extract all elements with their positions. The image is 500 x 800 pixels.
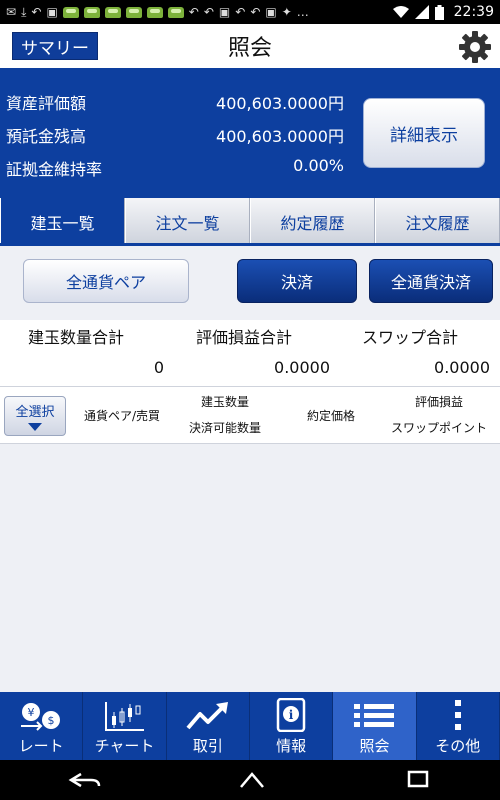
nav-chart[interactable]: チャート bbox=[83, 692, 167, 760]
svg-text:$: $ bbox=[48, 714, 55, 727]
back-arrow-icon: ↶ bbox=[250, 5, 261, 19]
totals-panel: 建玉数量合計 評価損益合計 スワップ合計 0 0.0000 0.0000 bbox=[0, 320, 500, 386]
message-icon: ✉ bbox=[6, 5, 17, 19]
column-swap-points: スワップポイント bbox=[390, 421, 487, 435]
account-summary: 資産評価額 400,603.0000円 預託金残高 400,603.0000円 … bbox=[0, 68, 500, 198]
column-valuation-pl: 評価損益 bbox=[414, 395, 463, 409]
total-swap-label: スワップ合計 bbox=[362, 328, 459, 347]
signal-icon bbox=[414, 5, 429, 19]
total-quantity-value: 0 bbox=[153, 358, 164, 377]
select-all-button[interactable]: 全選択 bbox=[4, 396, 66, 436]
nav-label: 取引 bbox=[192, 737, 223, 755]
dots-icon: … bbox=[296, 5, 309, 19]
list-header: 全選択 通貨ペア/売買 建玉数量 決済可能数量 約定価格 評価損益 スワップポイ… bbox=[0, 386, 500, 444]
list-icon bbox=[354, 704, 395, 727]
home-icon[interactable] bbox=[235, 770, 269, 790]
nav-more[interactable]: その他 bbox=[417, 692, 500, 760]
nav-inquiry[interactable]: 照会 bbox=[333, 692, 417, 760]
wifi-icon bbox=[392, 6, 409, 18]
summary-row-asset: 資産評価額 400,603.0000円 bbox=[6, 90, 344, 114]
total-swap-value: 0.0000 bbox=[434, 358, 490, 377]
title-bar: サマリー 照会 bbox=[0, 24, 500, 68]
info-icon: i bbox=[276, 698, 306, 732]
back-arrow-icon: ↶ bbox=[235, 5, 246, 19]
app-notification-icon bbox=[83, 6, 100, 18]
currency-pair-button[interactable]: 全通貨ペア bbox=[23, 259, 189, 303]
nav-label: 情報 bbox=[276, 737, 307, 755]
column-currency-pair: 通貨ペア/売買 bbox=[83, 409, 161, 423]
summary-value: 0.00% bbox=[293, 156, 344, 175]
status-time: 22:39 bbox=[453, 4, 494, 20]
nav-info[interactable]: i 情報 bbox=[250, 692, 334, 760]
column-quantity: 建玉数量 bbox=[200, 395, 249, 409]
summary-label: 証拠金維持率 bbox=[6, 160, 103, 179]
total-pl-value: 0.0000 bbox=[274, 358, 330, 377]
svg-text:i: i bbox=[289, 708, 294, 722]
back-arrow-icon: ↶ bbox=[203, 5, 214, 19]
tab-executions[interactable]: 約定履歴 bbox=[250, 198, 375, 245]
gear-icon[interactable] bbox=[458, 30, 492, 64]
settle-all-button[interactable]: 全通貨決済 bbox=[369, 259, 493, 303]
column-settleable-quantity: 決済可能数量 bbox=[188, 421, 261, 435]
nav-label: チャート bbox=[94, 737, 155, 755]
summary-label: 預託金残高 bbox=[6, 127, 87, 146]
nav-label: 照会 bbox=[359, 737, 390, 755]
caret-down-icon bbox=[28, 423, 42, 431]
system-nav-bar bbox=[0, 760, 500, 800]
rate-icon: ¥ $ bbox=[21, 703, 61, 731]
image-icon: ▣ bbox=[46, 5, 58, 19]
app-notification-icon bbox=[167, 6, 184, 18]
summary-row-margin-ratio: 証拠金維持率 0.00% bbox=[6, 156, 344, 180]
summary-button[interactable]: サマリー bbox=[12, 32, 98, 60]
action-bar: 全通貨ペア 決済 全通貨決済 bbox=[0, 246, 500, 320]
page-title: 照会 bbox=[227, 36, 272, 61]
total-quantity-label: 建玉数量合計 bbox=[28, 328, 125, 347]
select-all-label: 全選択 bbox=[15, 405, 55, 420]
more-icon bbox=[454, 700, 461, 730]
trade-icon bbox=[186, 702, 228, 730]
detail-button[interactable]: 詳細表示 bbox=[363, 98, 485, 168]
twitter-icon: ✦ bbox=[281, 5, 292, 19]
status-bar: ✉ ⤓ ↶ ▣ ↶ ↶ ▣ ↶ ↶ ▣ ✦ … 22:39 bbox=[0, 0, 500, 24]
battery-icon bbox=[434, 4, 444, 20]
recent-apps-icon[interactable] bbox=[403, 770, 433, 790]
total-pl-label: 評価損益合計 bbox=[196, 328, 293, 347]
positions-list bbox=[0, 444, 500, 692]
image-icon: ▣ bbox=[265, 5, 277, 19]
nav-trade[interactable]: 取引 bbox=[167, 692, 250, 760]
download-icon: ⤓ bbox=[21, 5, 27, 19]
tab-bar: 建玉一覧 注文一覧 約定履歴 注文履歴 bbox=[0, 198, 500, 245]
bottom-nav: ¥ $ レート チャート 取引 i 情報 照会 その他 bbox=[0, 692, 500, 760]
back-arrow-icon: ↶ bbox=[188, 5, 199, 19]
app-notification-icon bbox=[125, 6, 142, 18]
nav-label: レート bbox=[18, 737, 64, 755]
summary-label: 資産評価額 bbox=[6, 94, 87, 113]
settle-button[interactable]: 決済 bbox=[237, 259, 357, 303]
chart-icon bbox=[105, 702, 145, 731]
back-icon[interactable] bbox=[67, 770, 101, 790]
svg-text:¥: ¥ bbox=[28, 706, 35, 719]
nav-rate[interactable]: ¥ $ レート bbox=[0, 692, 84, 760]
app-notification-icon bbox=[62, 6, 79, 18]
image-icon: ▣ bbox=[218, 5, 231, 19]
tab-order-history[interactable]: 注文履歴 bbox=[375, 198, 500, 245]
tab-positions[interactable]: 建玉一覧 bbox=[0, 198, 125, 245]
app-notification-icon bbox=[104, 6, 121, 18]
tab-orders[interactable]: 注文一覧 bbox=[125, 198, 250, 245]
app-notification-icon bbox=[146, 6, 163, 18]
back-arrow-icon: ↶ bbox=[31, 5, 42, 19]
summary-value: 400,603.0000円 bbox=[216, 94, 344, 113]
summary-row-deposit: 預託金残高 400,603.0000円 bbox=[6, 123, 344, 147]
summary-value: 400,603.0000円 bbox=[216, 127, 344, 146]
nav-label: その他 bbox=[435, 737, 481, 755]
column-execution-price: 約定価格 bbox=[306, 409, 355, 423]
